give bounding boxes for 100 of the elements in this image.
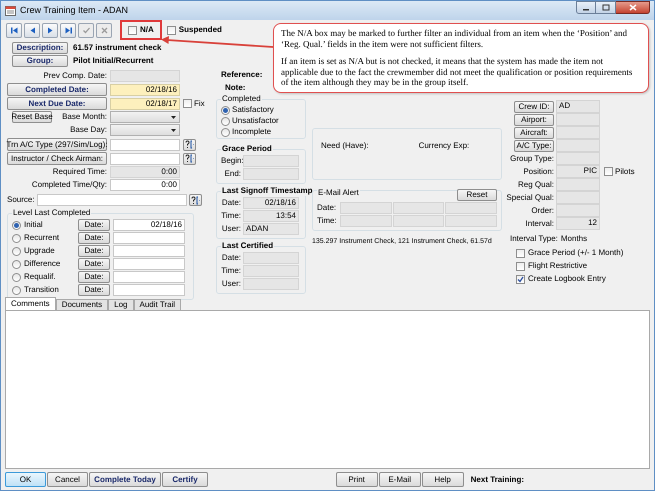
radio-button[interactable] xyxy=(12,234,21,242)
maximize-button[interactable] xyxy=(596,1,616,14)
input-field[interactable]: 12 xyxy=(556,217,600,230)
group-button[interactable]: Group: xyxy=(12,55,68,67)
field-button[interactable]: Crew ID: xyxy=(514,100,554,112)
previous-icon[interactable] xyxy=(24,22,40,38)
lookup-icon[interactable] xyxy=(183,138,196,150)
radio-label: Initial xyxy=(24,220,43,230)
input-field[interactable] xyxy=(556,152,600,165)
input-field[interactable] xyxy=(556,113,600,126)
input-field[interactable] xyxy=(243,252,299,264)
footer-button[interactable]: E-Mail xyxy=(378,472,421,487)
timestamp-field[interactable]: 02/18/16 xyxy=(243,197,299,209)
radio-button[interactable] xyxy=(221,116,230,126)
last-record-icon[interactable] xyxy=(60,22,76,38)
timestamp-field[interactable]: ADAN xyxy=(243,223,299,235)
field-button[interactable]: A/C Type: xyxy=(514,140,554,152)
input-field[interactable] xyxy=(445,202,498,214)
field-label: Reference: xyxy=(221,70,262,80)
date-button[interactable]: Date: xyxy=(78,258,110,270)
input-field[interactable] xyxy=(243,168,299,180)
footer-button[interactable]: Complete Today xyxy=(89,472,161,487)
input-field[interactable] xyxy=(243,278,299,290)
date-button[interactable]: Completed Date: xyxy=(7,83,107,96)
tab[interactable]: Log xyxy=(108,299,134,310)
tab[interactable]: Comments xyxy=(5,297,56,310)
input-field[interactable] xyxy=(556,204,600,217)
date-field[interactable]: 02/18/17 xyxy=(110,98,180,110)
input-field[interactable] xyxy=(36,194,187,206)
callout-text: The N/A box may be marked to further filter an individual from an item when the ‘Position’ and ‘Reg. Qual.’ fields in the item were not sufficient filters. xyxy=(281,28,628,49)
date-field[interactable] xyxy=(110,70,180,82)
input-field[interactable]: AD xyxy=(556,100,600,113)
footer-button[interactable]: OK xyxy=(5,472,46,487)
footer-button[interactable]: Help xyxy=(422,472,464,487)
checkbox[interactable] xyxy=(604,167,613,176)
date-field[interactable]: 02/18/16 xyxy=(113,219,185,231)
checkbox[interactable] xyxy=(516,262,525,270)
tab[interactable]: Audit Trail xyxy=(134,299,182,310)
reset-base-button[interactable]: Reset Base xyxy=(12,111,52,123)
description-button[interactable]: Description: xyxy=(12,42,68,54)
date-field[interactable] xyxy=(113,271,185,283)
comments-area[interactable] xyxy=(5,310,650,469)
input-field[interactable] xyxy=(110,152,180,164)
date-button[interactable]: Date: xyxy=(78,232,110,244)
radio-button[interactable] xyxy=(12,286,21,294)
footer-button[interactable]: Cancel xyxy=(47,472,88,487)
date-field[interactable]: 02/18/16 xyxy=(110,84,180,96)
checkbox[interactable] xyxy=(128,26,137,34)
field-button[interactable]: Aircraft: xyxy=(514,126,554,138)
footer-button[interactable]: Certify xyxy=(162,472,208,487)
date-field[interactable] xyxy=(113,284,185,296)
input-field[interactable] xyxy=(110,138,180,150)
lookup-button[interactable]: Trn A/C Type (297/Sim/Log): xyxy=(7,138,107,151)
input-field[interactable]: PIC xyxy=(556,165,600,178)
input-field[interactable] xyxy=(340,202,392,214)
radio-button[interactable] xyxy=(12,260,21,268)
lookup-button[interactable]: Instructor / Check Airman: xyxy=(7,152,107,165)
footer-button[interactable]: Print xyxy=(336,472,378,487)
input-field[interactable] xyxy=(556,191,600,204)
time-field[interactable]: 0:00 xyxy=(110,179,180,191)
field-button[interactable]: Airport: xyxy=(514,114,554,126)
timestamp-field[interactable]: 13:54 xyxy=(243,210,299,222)
date-field[interactable] xyxy=(113,232,185,244)
radio-button[interactable] xyxy=(12,246,21,256)
checkbox[interactable] xyxy=(166,26,176,34)
radio-button[interactable] xyxy=(12,220,21,230)
next-icon[interactable] xyxy=(42,22,58,38)
input-field[interactable] xyxy=(340,215,392,227)
time-field[interactable]: 0:00 xyxy=(110,166,180,178)
radio-label: Recurrent xyxy=(24,233,60,243)
input-field[interactable] xyxy=(392,215,444,227)
radio-button[interactable] xyxy=(12,272,21,282)
date-button[interactable]: Date: xyxy=(78,271,110,283)
first-record-icon[interactable] xyxy=(6,22,22,38)
input-field[interactable] xyxy=(556,126,600,139)
field-label: Interval Type: xyxy=(510,234,558,244)
checkbox[interactable] xyxy=(183,99,192,108)
date-button[interactable]: Date: xyxy=(78,219,110,231)
radio-button[interactable] xyxy=(221,128,230,136)
lookup-icon[interactable] xyxy=(183,152,196,164)
input-field[interactable] xyxy=(445,215,498,227)
minimize-button[interactable] xyxy=(576,1,596,14)
input-field[interactable] xyxy=(556,178,600,191)
lookup-icon[interactable] xyxy=(188,194,202,206)
date-field[interactable] xyxy=(113,258,185,270)
checkbox[interactable] xyxy=(516,248,525,258)
input-field[interactable] xyxy=(243,265,299,277)
radio-button[interactable] xyxy=(221,106,230,114)
date-button[interactable]: Next Due Date: xyxy=(7,97,107,110)
reset-button[interactable]: Reset xyxy=(457,189,497,201)
date-button[interactable]: Date: xyxy=(78,284,110,296)
input-field[interactable] xyxy=(243,155,299,167)
tab[interactable]: Documents xyxy=(56,299,108,310)
checkbox[interactable] xyxy=(516,274,525,284)
date-field[interactable] xyxy=(113,245,185,257)
date-button[interactable]: Date: xyxy=(78,245,110,257)
dropdown[interactable] xyxy=(110,111,180,123)
input-field[interactable] xyxy=(392,202,444,214)
close-button[interactable] xyxy=(616,1,650,14)
input-field[interactable] xyxy=(556,139,600,152)
